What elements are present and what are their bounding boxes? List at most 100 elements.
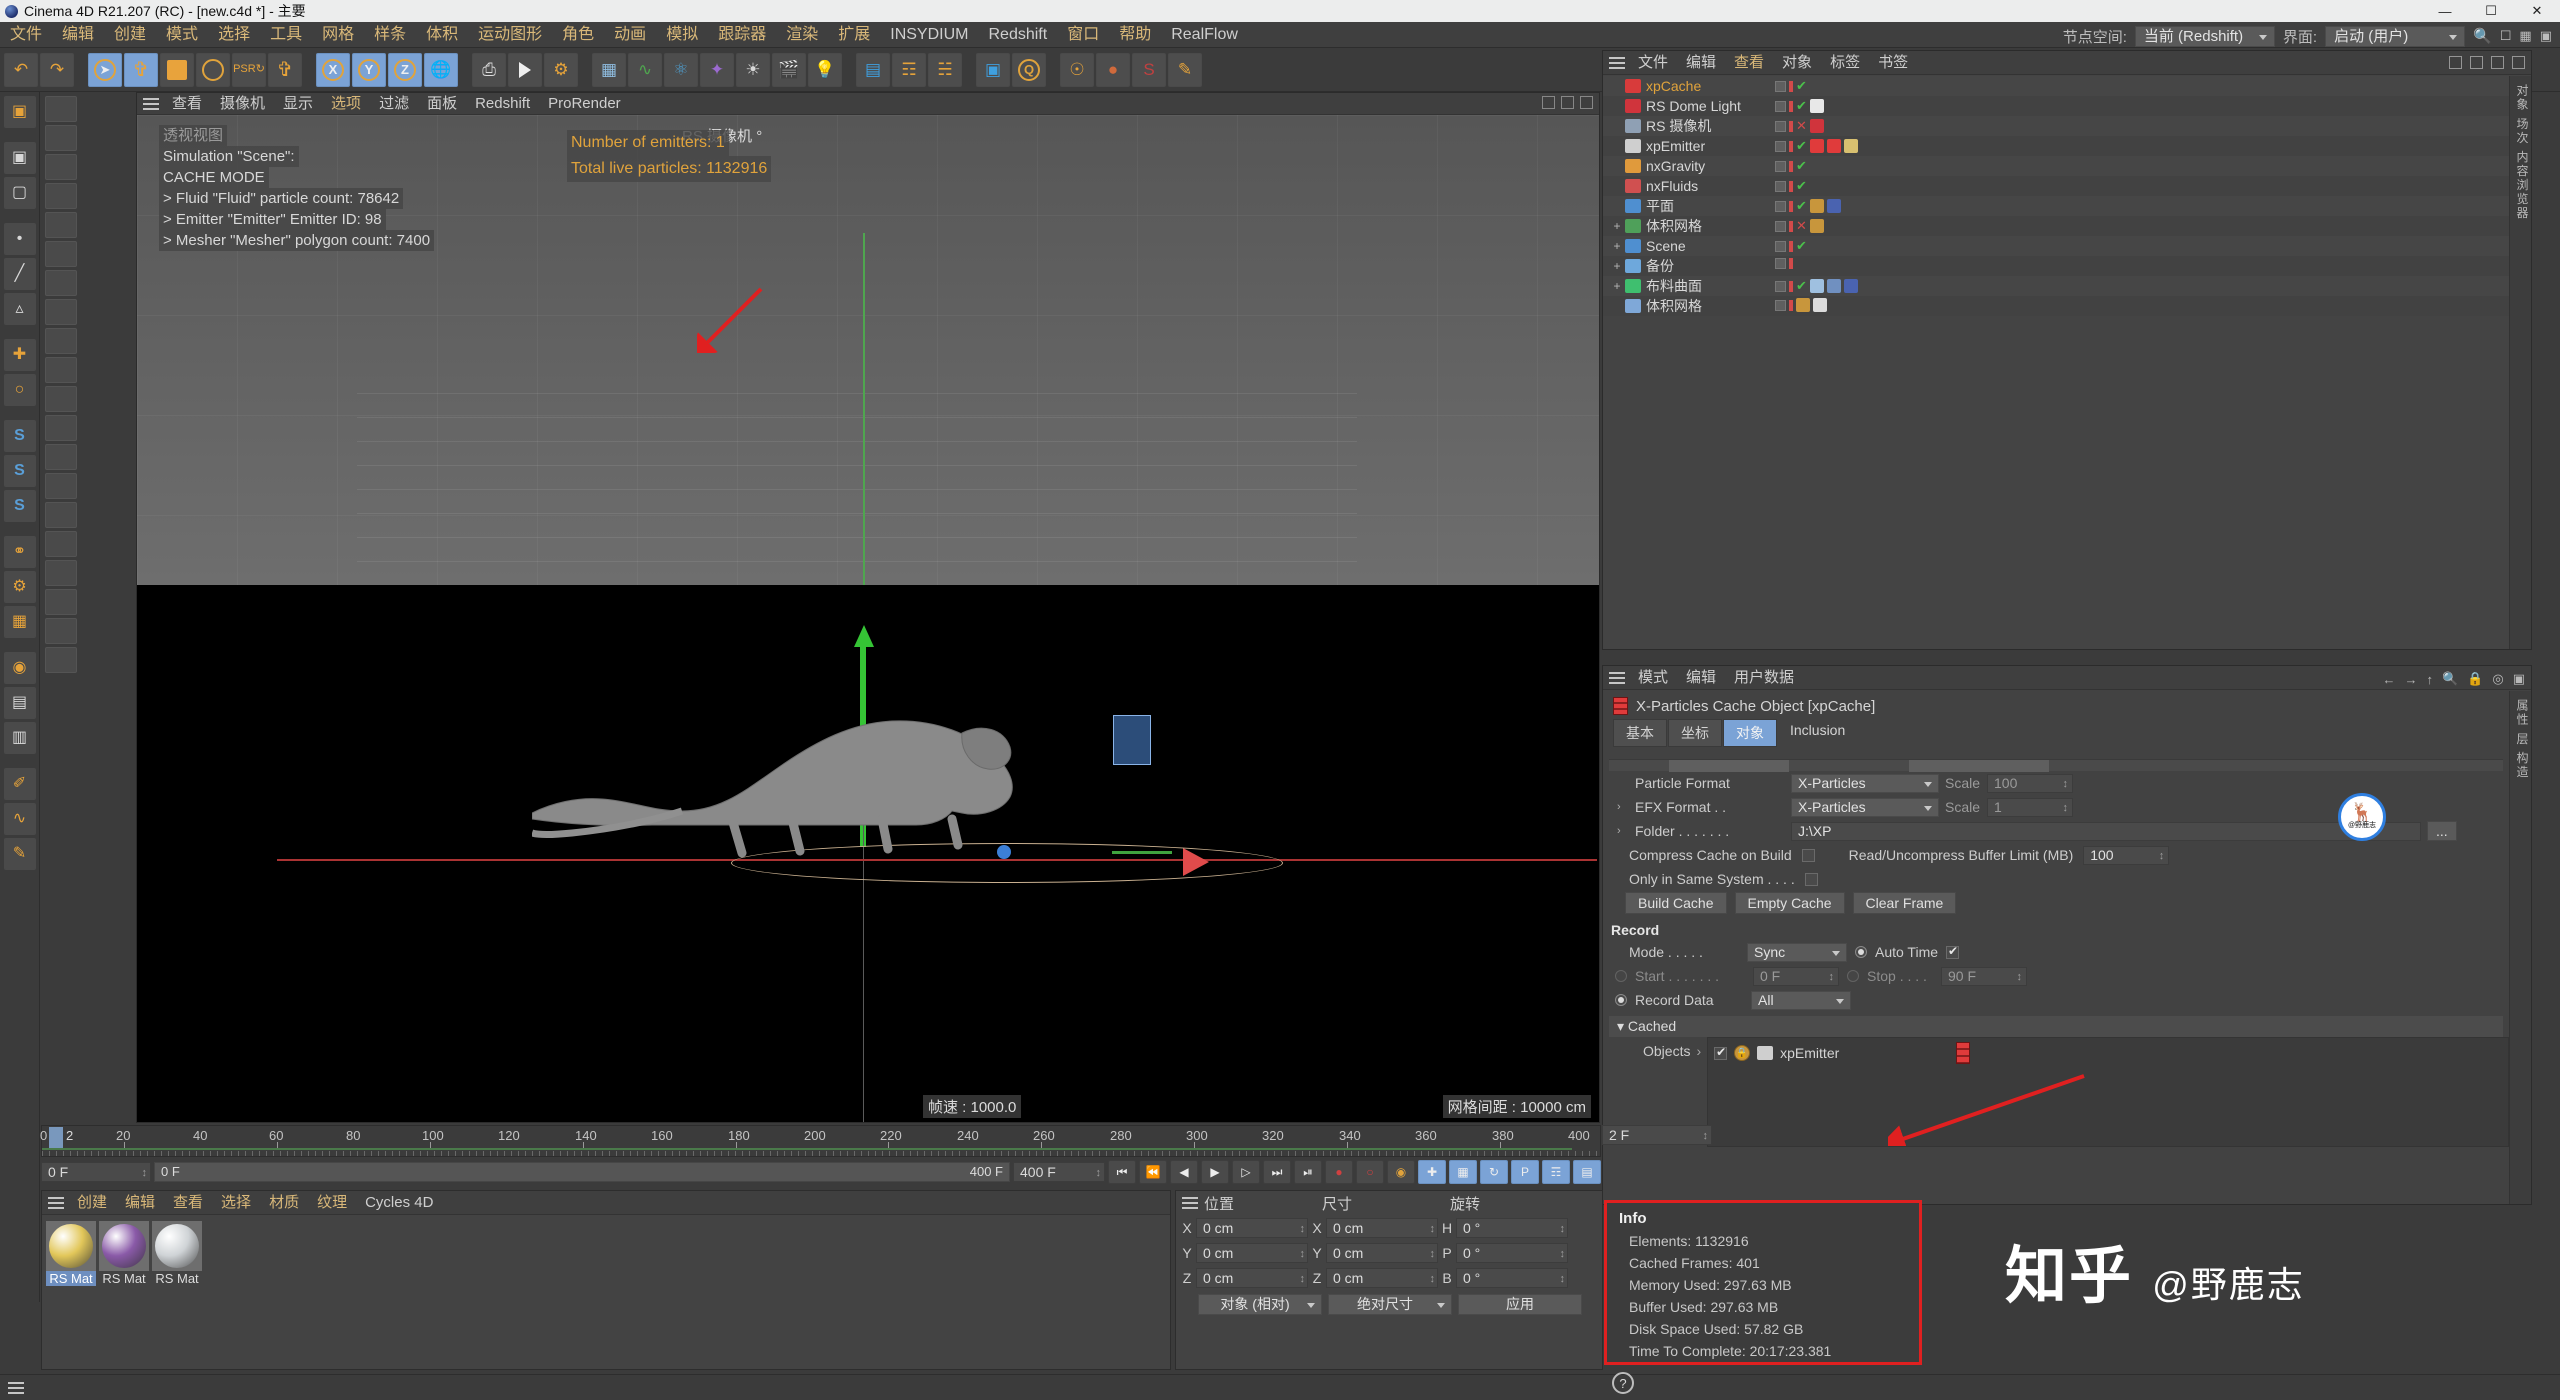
viewport-layout-icon[interactable] [1561, 96, 1574, 109]
menu-item-动画[interactable]: 动画 [604, 22, 656, 48]
go-to-next-key-button[interactable]: ⏭ [1263, 1160, 1291, 1184]
minimize-button[interactable]: — [2422, 0, 2468, 22]
folder-path-input[interactable]: J:\XP [1791, 822, 2421, 841]
viewport-menu-icon[interactable] [143, 98, 159, 110]
palette-cell[interactable] [45, 125, 77, 151]
lock-icon[interactable]: 🔒 [2467, 671, 2483, 687]
viewport-menu-bar[interactable]: 查看 摄像机 显示 选项 过滤 面板 Redshift ProRender [137, 93, 1599, 115]
om-menu-bookmarks[interactable]: 书签 [1869, 51, 1917, 75]
menu-item-工具[interactable]: 工具 [260, 22, 312, 48]
go-to-prev-key-button[interactable]: ⏪ [1139, 1160, 1167, 1184]
tool-spline-pen[interactable]: ✐ [4, 768, 36, 800]
object-tag-icon[interactable] [1810, 139, 1824, 153]
record-data-dropdown[interactable]: All [1751, 991, 1851, 1010]
redo-button[interactable]: ↷ [40, 53, 74, 87]
coord-rotation-field-B[interactable]: 0 ° [1456, 1268, 1568, 1288]
object-row[interactable]: +Scene✔ [1603, 236, 2531, 256]
row-only-same-system[interactable]: Only in Same System . . . . [1603, 867, 2509, 891]
help-icon[interactable]: ? [1612, 1372, 1634, 1394]
attribute-manager-icons[interactable]: ← → ↑ 🔍 🔒 ◎ ▣ [2382, 671, 2525, 687]
attribute-manager[interactable]: 模式 编辑 用户数据 ← → ↑ 🔍 🔒 ◎ ▣ X-Particles Cac… [1602, 665, 2532, 1205]
object-visibility-dots[interactable] [1789, 221, 1793, 232]
status-bar-menu-icon[interactable] [8, 1382, 24, 1394]
object-row[interactable]: 体积网格 [1603, 296, 2531, 316]
coordinates-apply-button[interactable]: 应用 [1458, 1294, 1582, 1315]
scroll-thumb-2[interactable] [1909, 760, 2049, 772]
sculpt-button[interactable]: S [1132, 53, 1166, 87]
object-row[interactable]: nxGravity✔ [1603, 156, 2531, 176]
object-enable-checkbox[interactable] [1775, 161, 1786, 172]
object-row[interactable]: RS Dome Light✔ [1603, 96, 2531, 116]
empty-cache-button[interactable]: Empty Cache [1735, 892, 1845, 914]
row-record-mode[interactable]: Mode . . . . . Sync Auto Time [1603, 940, 2509, 964]
panel-icon[interactable] [2512, 56, 2525, 69]
material-manager-menu-icon[interactable] [48, 1197, 64, 1209]
object-row[interactable]: +布料曲面✔ [1603, 276, 2531, 296]
secondary-palette-column[interactable] [41, 92, 81, 1032]
object-tag-area[interactable]: ✔ [1775, 198, 1841, 214]
render-settings-button[interactable]: ⚙ [544, 53, 578, 87]
object-tag-area[interactable] [1775, 258, 1793, 269]
timeline-scrub-bar[interactable]: 0 F 400 F [154, 1162, 1010, 1182]
tab-basic[interactable]: 基本 [1613, 719, 1667, 747]
viewport-maximize-icon[interactable] [1542, 96, 1555, 109]
filter-icon[interactable] [2491, 56, 2504, 69]
timeline-track[interactable]: 0204060801001201401601802002202402602803… [42, 1126, 1600, 1148]
light-button[interactable]: 💡 [808, 53, 842, 87]
object-visibility-dots[interactable] [1789, 181, 1793, 192]
viewport-menu-camera[interactable]: 摄像机 [211, 93, 274, 115]
start-field[interactable]: 0 F [1753, 967, 1839, 986]
viewport-y-axis-arrow[interactable] [854, 625, 874, 647]
attribute-tabs[interactable]: 基本 坐标 对象 Inclusion [1603, 719, 2531, 747]
step-back-button[interactable]: ◀ [1170, 1160, 1198, 1184]
viewport-menu-view[interactable]: 查看 [163, 93, 211, 115]
cube-primitive-button[interactable]: ▦ [592, 53, 626, 87]
am-menu-userdata[interactable]: 用户数据 [1725, 666, 1803, 690]
render-region-button[interactable] [508, 53, 542, 87]
material-menu-选择[interactable]: 选择 [212, 1191, 260, 1215]
material-menu-编辑[interactable]: 编辑 [116, 1191, 164, 1215]
menu-item-样条[interactable]: 样条 [364, 22, 416, 48]
object-tag-area[interactable]: ✔ [1775, 178, 1807, 194]
object-tag-icon[interactable] [1810, 119, 1824, 133]
am-menu-mode[interactable]: 模式 [1629, 666, 1677, 690]
efx-scale-field[interactable]: 1 [1987, 798, 2073, 817]
stop-radio[interactable] [1847, 970, 1859, 982]
clear-frame-button[interactable]: Clear Frame [1853, 892, 1957, 914]
target-icon[interactable]: ◎ [2492, 671, 2503, 687]
object-visibility-dots[interactable] [1789, 101, 1793, 112]
palette-cell[interactable] [45, 96, 77, 122]
tool-axis-mode[interactable]: ✚ [4, 339, 36, 371]
attribute-scrollbar[interactable] [1609, 759, 2503, 771]
palette-cell[interactable] [45, 647, 77, 673]
palette-cell[interactable] [45, 502, 77, 528]
psr-tool[interactable]: PSR↻ [232, 53, 266, 87]
expand-toggle-icon[interactable]: + [1609, 259, 1625, 273]
material-manager[interactable]: 创建编辑查看选择材质纹理Cycles 4D RS MatRS MatRS Mat [41, 1190, 1171, 1370]
record-data-radio[interactable] [1615, 994, 1627, 1006]
coordinates-mode-size-dropdown[interactable]: 绝对尺寸 [1328, 1294, 1452, 1315]
scale-key-button[interactable]: ▦ [1449, 1160, 1477, 1184]
menu-item-RealFlow[interactable]: RealFlow [1161, 22, 1248, 48]
live-selection-tool[interactable]: ➤ [88, 53, 122, 87]
object-row[interactable]: 平面✔ [1603, 196, 2531, 216]
object-visibility-dots[interactable] [1789, 141, 1793, 152]
object-row[interactable]: +备份 [1603, 256, 2531, 276]
timeline-right-field-wrap[interactable]: 2 F [1602, 1125, 1722, 1153]
palette-cell[interactable] [45, 473, 77, 499]
menu-item-选择[interactable]: 选择 [208, 22, 260, 48]
viewport[interactable]: 查看 摄像机 显示 选项 过滤 面板 Redshift ProRender [136, 92, 1600, 1123]
menu-item-网格[interactable]: 网格 [312, 22, 364, 48]
up-arrow-icon[interactable]: ↑ [2426, 672, 2433, 687]
coord-position-field-Y[interactable]: 0 cm [1196, 1243, 1308, 1263]
undo-button[interactable]: ↶ [4, 53, 38, 87]
palette-cell[interactable] [45, 241, 77, 267]
object-tag-area[interactable]: ✕ [1775, 218, 1824, 234]
menu-item-扩展[interactable]: 扩展 [828, 22, 880, 48]
object-row[interactable]: xpEmitter✔ [1603, 136, 2531, 156]
timeline-right-frame-field[interactable]: 2 F [1602, 1125, 1712, 1145]
object-row[interactable]: xpCache✔ [1603, 76, 2531, 96]
material-swatch[interactable]: RS Mat [46, 1221, 96, 1286]
am-menu-edit[interactable]: 编辑 [1677, 666, 1725, 690]
layout-dropdown[interactable]: 启动 (用户) [2325, 26, 2465, 47]
